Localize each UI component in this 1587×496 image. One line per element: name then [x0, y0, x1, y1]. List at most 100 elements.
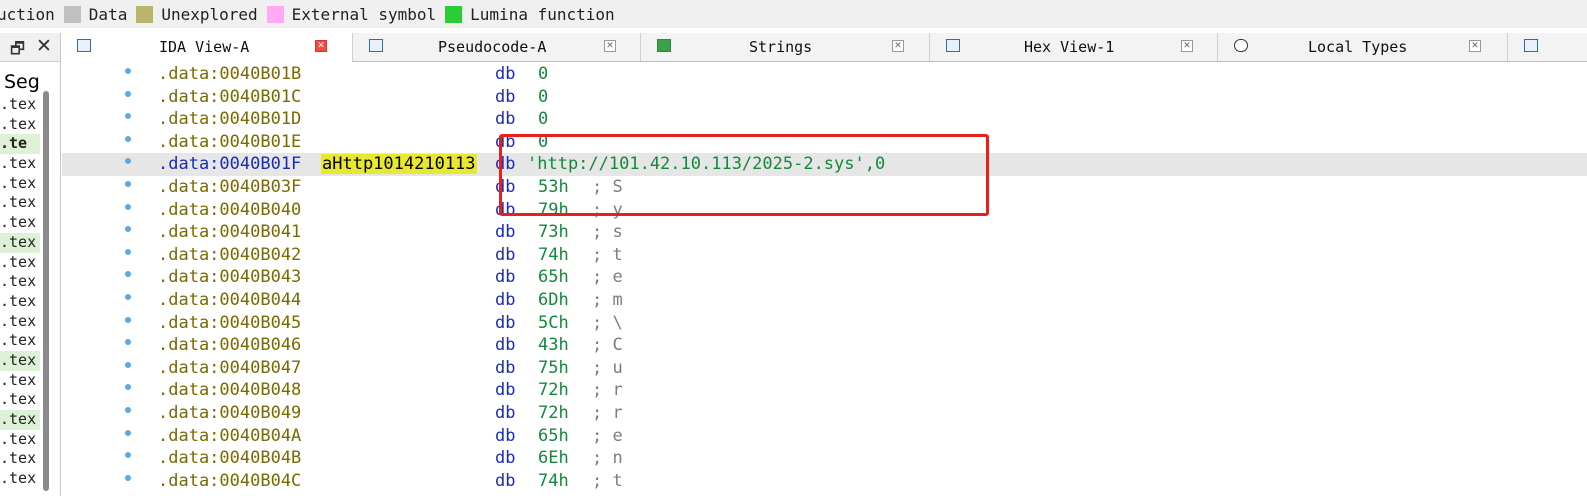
segment-row[interactable]: .tex	[0, 115, 40, 135]
listing-row[interactable]: .data:0040B041 db 73h ; s	[62, 221, 1587, 244]
tab-local-types[interactable]: Local Types ✕	[1218, 33, 1508, 61]
listing-row[interactable]: .data:0040B047 db 75h ; u	[62, 357, 1587, 380]
breakpoint-dot	[125, 226, 131, 233]
comment: ; s	[592, 222, 623, 243]
mnemonic: db	[495, 380, 516, 401]
mnemonic: db	[495, 425, 516, 446]
mnemonic: db	[495, 403, 516, 423]
listing-row[interactable]: .data:0040B042 db 74h ; t	[62, 244, 1587, 267]
operand: 72h	[538, 403, 569, 423]
segment-row[interactable]: .te	[0, 134, 40, 155]
segment-row[interactable]: .tex	[0, 193, 40, 213]
legend-bar: uction Data Unexplored External symbol L…	[0, 0, 1587, 28]
tab-ida-view-a[interactable]: IDA View-A ✕	[61, 33, 353, 62]
view-tab-bar: IDA View-A ✕ Pseudocode-A ✕ Strings ✕ He…	[61, 33, 1587, 62]
breakpoint-dot	[125, 474, 131, 481]
address: .data:0040B04B	[158, 448, 302, 469]
close-tab-icon[interactable]: ✕	[604, 40, 616, 52]
breakpoint-dot	[125, 90, 131, 97]
mnemonic: db	[495, 448, 516, 469]
listing-row[interactable]: .data:0040B049 db 72h ; r	[62, 402, 1587, 425]
segment-row[interactable]: .tex	[0, 232, 40, 253]
segments-scrollbar[interactable]	[43, 91, 49, 491]
segments-panel: 🗗 ✕ Seg .tex .tex .te .tex .tex .tex .te…	[0, 33, 61, 496]
comment: ; C	[592, 335, 623, 356]
listing-row[interactable]: .data:0040B046 db 43h ; C	[62, 334, 1587, 357]
segment-row[interactable]: .tex	[0, 410, 40, 430]
listing-row[interactable]: .data:0040B01C db 0	[62, 86, 1587, 109]
close-tab-icon[interactable]: ✕	[315, 40, 327, 52]
close-tab-icon[interactable]: ✕	[1181, 40, 1193, 52]
listing-row[interactable]: .data:0040B04B db 6Eh ; n	[62, 447, 1587, 470]
segment-row[interactable]: .tex	[0, 430, 40, 450]
segment-row[interactable]: .tex	[0, 292, 40, 312]
segment-row[interactable]: .tex	[0, 350, 40, 371]
segment-row[interactable]: .tex	[0, 390, 40, 410]
address: .data:0040B01C	[158, 86, 302, 107]
segment-row[interactable]: .tex	[0, 272, 40, 292]
mnemonic: db	[495, 64, 516, 84]
address: .data:0040B044	[158, 290, 302, 310]
tab-label: IDA View-A	[159, 38, 250, 56]
close-icon[interactable]: ✕	[36, 35, 52, 57]
tab-hex-view-1[interactable]: Hex View-1 ✕	[930, 33, 1218, 61]
address: .data:0040B047	[158, 357, 302, 378]
comment: ; r	[592, 380, 623, 401]
mnemonic: db	[495, 290, 516, 310]
segment-row[interactable]: .tex	[0, 371, 40, 391]
listing-row[interactable]: .data:0040B043 db 65h ; e	[62, 266, 1587, 289]
address: .data:0040B04C	[158, 470, 302, 491]
comment: ; m	[592, 290, 623, 310]
legend-label: Lumina function	[470, 4, 615, 24]
mnemonic: db	[495, 312, 516, 333]
tab-overflow[interactable]	[1508, 33, 1587, 61]
breakpoint-dot	[125, 384, 131, 391]
listing-row[interactable]: .data:0040B045 db 5Ch ; \	[62, 312, 1587, 335]
strings-icon	[657, 39, 671, 52]
breakpoint-dot	[125, 339, 131, 346]
operand: 0	[538, 109, 549, 130]
segment-row[interactable]: .tex	[0, 312, 40, 332]
listing-row[interactable]: .data:0040B01B db 0	[62, 63, 1587, 86]
segments-column-header[interactable]: Seg	[4, 71, 40, 93]
mnemonic: db	[495, 357, 516, 378]
tab-strings[interactable]: Strings ✕	[641, 33, 930, 61]
operand: 75h	[538, 357, 569, 378]
address: .data:0040B04A	[158, 425, 302, 446]
close-tab-icon[interactable]: ✕	[1469, 40, 1481, 52]
mnemonic: db	[495, 109, 516, 130]
breakpoint-dot	[125, 181, 131, 187]
legend-item-data: Data	[63, 4, 128, 24]
string-label[interactable]: aHttp1014210113	[321, 154, 477, 175]
close-tab-icon[interactable]: ✕	[892, 40, 904, 52]
breakpoint-dot	[125, 407, 131, 413]
mnemonic: db	[495, 244, 516, 265]
operand: 74h	[538, 470, 569, 491]
breakpoint-dot	[125, 203, 131, 210]
legend-label: Data	[88, 4, 128, 24]
segment-row[interactable]: .tex	[0, 469, 40, 489]
operand: 5Ch	[538, 312, 569, 333]
tab-label: Strings	[749, 38, 813, 56]
disassembly-listing[interactable]: .data:0040B01B db 0 .data:0040B01C db 0 …	[62, 63, 1587, 496]
tab-label: Hex View-1	[1024, 38, 1115, 56]
listing-row[interactable]: .data:0040B04C db 74h ; t	[62, 470, 1587, 493]
breakpoint-dot	[125, 113, 131, 120]
restore-icon[interactable]: 🗗	[10, 38, 25, 65]
segment-row[interactable]: .tex	[0, 154, 40, 174]
breakpoint-dot	[125, 158, 131, 165]
listing-row[interactable]: .data:0040B044 db 6Dh ; m	[62, 289, 1587, 312]
segment-row[interactable]: .tex	[0, 449, 40, 469]
listing-row[interactable]: .data:0040B048 db 72h ; r	[62, 379, 1587, 402]
listing-row[interactable]: .data:0040B01D db 0	[62, 108, 1587, 131]
segment-row[interactable]: .tex	[0, 213, 40, 233]
segment-row[interactable]: .tex	[0, 253, 40, 273]
legend-swatch	[445, 5, 463, 23]
address: .data:0040B01B	[158, 64, 302, 84]
address: .data:0040B01D	[158, 109, 302, 130]
segment-row[interactable]: .tex	[0, 331, 40, 351]
segment-row[interactable]: .tex	[0, 174, 40, 194]
tab-pseudocode-a[interactable]: Pseudocode-A ✕	[353, 33, 641, 61]
segment-row[interactable]: .tex	[0, 95, 40, 115]
listing-row[interactable]: .data:0040B04A db 65h ; e	[62, 425, 1587, 448]
